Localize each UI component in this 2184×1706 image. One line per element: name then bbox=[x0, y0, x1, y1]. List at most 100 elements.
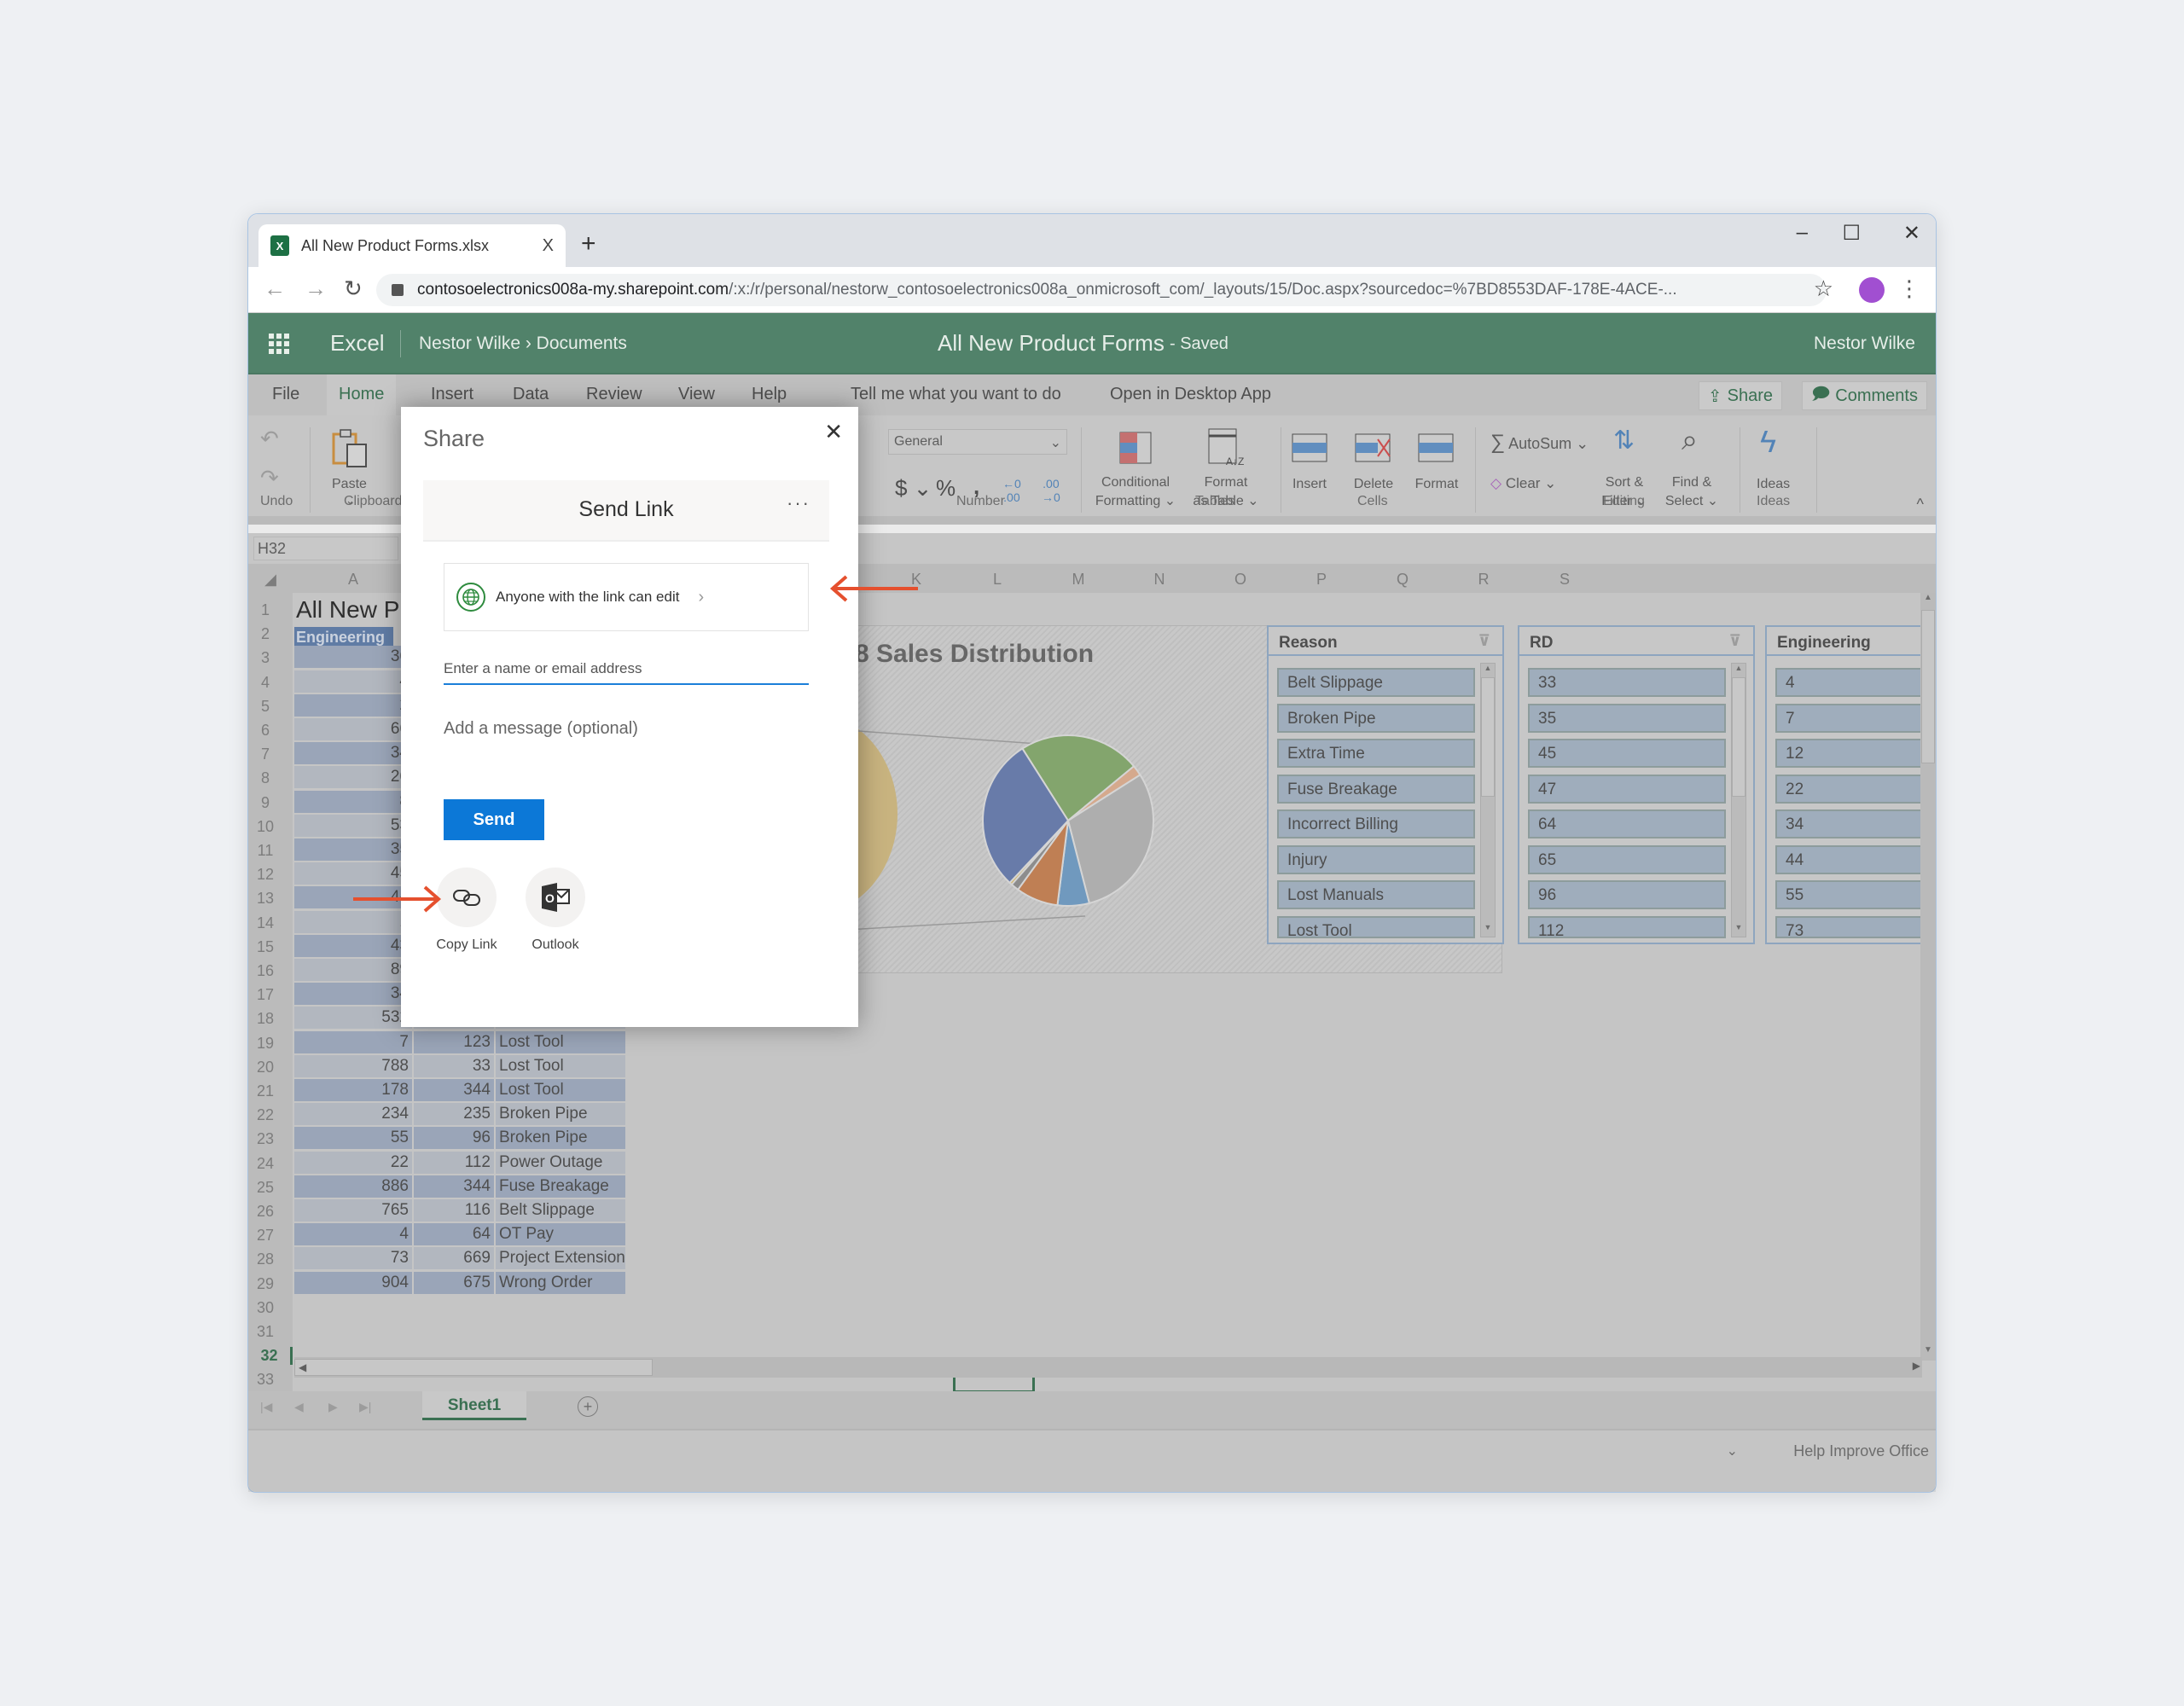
cell-c19[interactable]: Lost Tool bbox=[496, 1030, 625, 1053]
slicer-item[interactable]: 64 bbox=[1528, 809, 1726, 838]
row-header[interactable]: 13 bbox=[248, 890, 282, 908]
cell-a23[interactable]: 55 bbox=[294, 1127, 412, 1150]
cell-a22[interactable]: 234 bbox=[294, 1103, 412, 1126]
increase-decimal-icon[interactable]: ←0.00 bbox=[1002, 477, 1021, 504]
slicer-item[interactable]: 96 bbox=[1528, 880, 1726, 909]
row-header[interactable]: 14 bbox=[248, 914, 282, 932]
cell-b21[interactable]: 344 bbox=[414, 1079, 494, 1101]
chevron-down-icon[interactable]: ⌄ bbox=[1727, 1442, 1738, 1459]
search-icon[interactable]: ⌕ bbox=[1682, 424, 1698, 457]
row-header[interactable]: 3 bbox=[248, 649, 282, 667]
format-cells-icon[interactable] bbox=[1417, 427, 1455, 463]
cell-c27[interactable]: OT Pay bbox=[496, 1223, 625, 1246]
slicer-item[interactable]: 112 bbox=[1528, 915, 1726, 940]
cell-c24[interactable]: Power Outage bbox=[496, 1151, 625, 1174]
clear-button[interactable]: ◇ Clear ⌄ bbox=[1490, 475, 1556, 492]
cell-b23[interactable]: 96 bbox=[414, 1127, 494, 1150]
slicer-item[interactable]: Fuse Breakage bbox=[1277, 774, 1475, 804]
app-name[interactable]: Excel bbox=[330, 330, 385, 357]
slicer-scrollbar[interactable]: ▲ ▼ bbox=[1480, 663, 1496, 937]
row-header[interactable]: 6 bbox=[248, 722, 282, 740]
vertical-scroll-thumb[interactable] bbox=[1921, 610, 1935, 763]
new-tab-button[interactable]: + bbox=[581, 229, 596, 258]
add-sheet-button[interactable]: + bbox=[578, 1396, 598, 1417]
row-header[interactable]: 10 bbox=[248, 818, 282, 836]
row-header[interactable]: 5 bbox=[248, 698, 282, 716]
cell-a18[interactable]: 532 bbox=[294, 1007, 412, 1030]
collapse-ribbon-icon[interactable]: ^ bbox=[1917, 496, 1924, 514]
redo-icon[interactable]: ↷ bbox=[260, 465, 279, 491]
row-header[interactable]: 24 bbox=[248, 1155, 282, 1173]
slicer-scrollbar[interactable]: ▲ ▼ bbox=[1731, 663, 1746, 937]
back-icon[interactable]: ← bbox=[264, 276, 286, 302]
row-header[interactable]: 28 bbox=[248, 1250, 282, 1268]
slicer-item[interactable]: 45 bbox=[1528, 739, 1726, 768]
currency-icon[interactable]: $ ⌄ bbox=[895, 475, 932, 502]
cell-b24[interactable]: 112 bbox=[414, 1151, 494, 1174]
slicer-item[interactable]: Injury bbox=[1277, 844, 1475, 874]
slicer-item[interactable]: Belt Slippage bbox=[1277, 668, 1475, 697]
slicer-item[interactable]: 65 bbox=[1528, 844, 1726, 874]
column-header[interactable]: O bbox=[1200, 571, 1281, 589]
cell-b20[interactable]: 33 bbox=[414, 1054, 494, 1077]
more-options-icon[interactable]: ··· bbox=[787, 492, 810, 514]
row-header[interactable]: 23 bbox=[248, 1130, 282, 1148]
last-sheet-icon[interactable]: ▶| bbox=[359, 1400, 371, 1414]
cell-a26[interactable]: 765 bbox=[294, 1199, 412, 1221]
profile-avatar[interactable] bbox=[1859, 277, 1885, 303]
cell-b25[interactable]: 344 bbox=[414, 1175, 494, 1198]
comments-button[interactable]: 🗩 Comments bbox=[1802, 381, 1927, 410]
percent-icon[interactable]: % bbox=[936, 475, 956, 502]
vertical-scrollbar[interactable]: ▲ ▼ bbox=[1920, 593, 1936, 1361]
scroll-up-icon[interactable]: ▲ bbox=[1481, 664, 1495, 677]
row-header[interactable]: 18 bbox=[248, 1010, 282, 1028]
row-header[interactable]: 7 bbox=[248, 746, 282, 763]
row-header[interactable]: 1 bbox=[248, 601, 282, 619]
slicer-scroll-thumb[interactable] bbox=[1732, 677, 1745, 797]
row-header[interactable]: 31 bbox=[248, 1323, 282, 1341]
cell-b19[interactable]: 123 bbox=[414, 1030, 494, 1053]
column-header[interactable]: A bbox=[294, 571, 412, 589]
delete-button[interactable]: Delete bbox=[1350, 477, 1397, 492]
sheet-title-cell[interactable]: All New P bbox=[296, 596, 399, 624]
cell-a16[interactable]: 89 bbox=[294, 959, 412, 981]
row-header[interactable]: 19 bbox=[248, 1035, 282, 1053]
cell-a4[interactable]: 4 bbox=[294, 670, 412, 693]
scroll-right-icon[interactable]: ▶ bbox=[1913, 1360, 1920, 1372]
name-box[interactable]: H32 bbox=[253, 537, 398, 560]
row-header[interactable]: 15 bbox=[248, 938, 282, 956]
cell-a25[interactable]: 886 bbox=[294, 1175, 412, 1198]
bookmark-star-icon[interactable]: ☆ bbox=[1814, 276, 1833, 302]
tab-data[interactable]: Data bbox=[513, 385, 549, 404]
forward-icon[interactable]: → bbox=[305, 276, 327, 302]
conditional-formatting-icon[interactable] bbox=[1118, 431, 1153, 465]
send-button[interactable]: Send bbox=[444, 799, 544, 840]
cell-c29[interactable]: Wrong Order bbox=[496, 1271, 625, 1294]
user-name[interactable]: Nestor Wilke bbox=[1814, 334, 1915, 354]
row-header[interactable]: 8 bbox=[248, 769, 282, 787]
minimize-button[interactable]: – bbox=[1797, 221, 1808, 245]
cell-b22[interactable]: 235 bbox=[414, 1103, 494, 1126]
row-header[interactable]: 32 bbox=[248, 1347, 293, 1366]
row-header[interactable]: 30 bbox=[248, 1299, 282, 1317]
cell-c22[interactable]: Broken Pipe bbox=[496, 1103, 625, 1126]
column-header[interactable]: Q bbox=[1362, 571, 1443, 589]
cell-a8[interactable]: 26 bbox=[294, 766, 412, 789]
sheet-tab-sheet1[interactable]: Sheet1 bbox=[422, 1391, 526, 1420]
copy-link-option[interactable]: Copy Link bbox=[435, 868, 498, 953]
share-button[interactable]: ⇪ Share bbox=[1698, 381, 1782, 410]
insert-cells-icon[interactable] bbox=[1291, 432, 1328, 463]
slicer-item[interactable]: Lost Tool bbox=[1277, 915, 1475, 940]
tab-view[interactable]: View bbox=[678, 385, 715, 404]
row-header[interactable]: 4 bbox=[248, 674, 282, 692]
row-header[interactable]: 2 bbox=[248, 625, 282, 643]
cell-c20[interactable]: Lost Tool bbox=[496, 1054, 625, 1077]
next-sheet-icon[interactable]: ▶ bbox=[328, 1400, 338, 1414]
cell-c26[interactable]: Belt Slippage bbox=[496, 1199, 625, 1221]
help-improve-office-link[interactable]: Help Improve Office bbox=[1793, 1442, 1929, 1460]
cell-c21[interactable]: Lost Tool bbox=[496, 1079, 625, 1101]
scroll-down-icon[interactable]: ▼ bbox=[1732, 923, 1745, 937]
cell-a24[interactable]: 22 bbox=[294, 1151, 412, 1174]
horizontal-scroll-thumb[interactable]: ◀ bbox=[294, 1359, 653, 1376]
horizontal-scrollbar[interactable]: ◀ ▶ bbox=[294, 1357, 1922, 1378]
